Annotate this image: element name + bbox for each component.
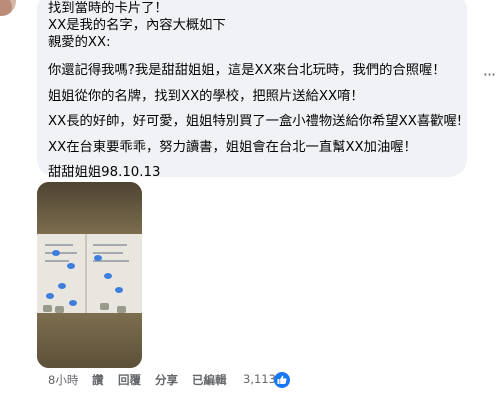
share-button[interactable]: 分享 [155, 372, 178, 388]
card-doodle [117, 306, 126, 313]
commenter-avatar[interactable] [0, 0, 16, 16]
privacy-blur-mark [46, 293, 54, 299]
edited-label[interactable]: 已編輯 [192, 372, 227, 388]
privacy-blur-mark [69, 300, 77, 306]
photo-card-fold [85, 234, 87, 314]
like-thumb-icon[interactable] [274, 372, 290, 388]
card-doodle [55, 306, 64, 313]
privacy-blur-mark [52, 250, 60, 256]
comment-line-6: XX長的好帥，好可愛，姐姐特別買了一盒小禮物送給你希望XX喜歡喔! [48, 114, 463, 129]
more-options-icon[interactable]: ··· [480, 66, 498, 84]
comment-line-8: 甜甜姐姐98.10.13 [48, 165, 161, 180]
card-handwriting [45, 260, 69, 262]
like-thumb-glyph [277, 375, 287, 384]
comment-timestamp[interactable]: 8小時 [48, 372, 78, 388]
comment-line-1: 找到當時的卡片了！ [48, 1, 168, 16]
reply-button[interactable]: 回覆 [118, 372, 141, 388]
card-doodle [43, 305, 52, 312]
comment-line-4: 你還記得我嗎?我是甜甜姐姐，這是XX來台北玩時，我們的合照喔！ [48, 63, 446, 78]
privacy-blur-mark [58, 283, 66, 289]
card-handwriting [93, 244, 127, 246]
privacy-blur-mark [67, 263, 75, 269]
reaction-count[interactable]: 3,113 [243, 372, 276, 386]
card-doodle [100, 303, 109, 310]
comment-line-3: 親愛的XX: [48, 35, 111, 50]
privacy-blur-mark [104, 273, 112, 279]
card-handwriting [45, 244, 73, 246]
photo-background-top [37, 182, 142, 234]
privacy-blur-mark [115, 287, 123, 293]
privacy-blur-mark [94, 255, 102, 261]
card-handwriting [93, 252, 123, 254]
comment-line-7: XX在台東要乖乖，努力讀書，姐姐會在台北一直幫XX加油喔！ [48, 140, 417, 155]
comment-photo-attachment[interactable] [37, 182, 142, 368]
comment-line-5: 姐姐從你的名牌，找到XX的學校，把照片送給XX唷！ [48, 89, 364, 104]
photo-background-bottom [37, 313, 142, 368]
card-handwriting [45, 252, 77, 254]
comment-line-2: XX是我的名字，內容大概如下 [48, 18, 226, 33]
photo-card [37, 234, 142, 314]
like-button[interactable]: 讚 [92, 372, 104, 388]
